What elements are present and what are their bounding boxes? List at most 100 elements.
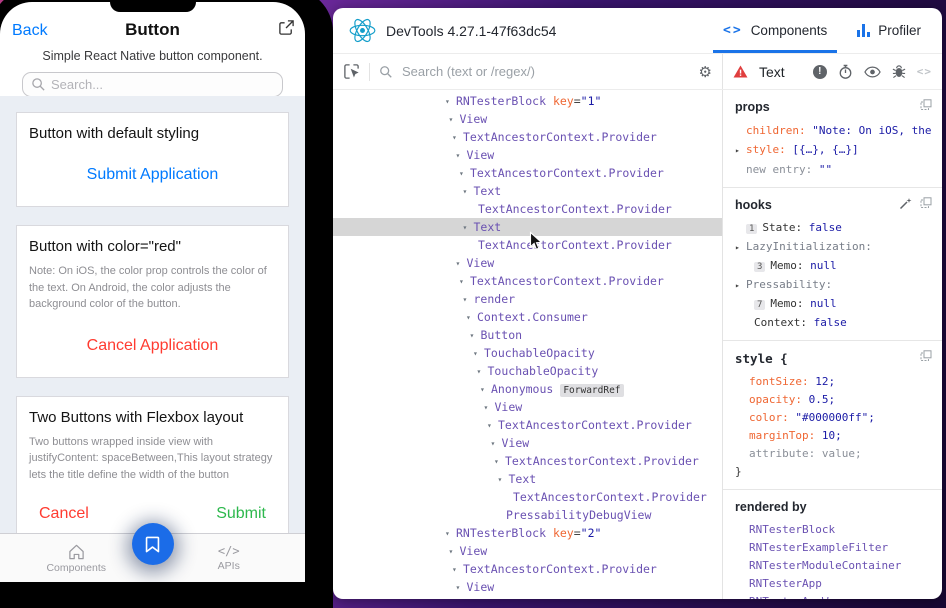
tree-row[interactable]: ▾View bbox=[333, 146, 722, 164]
button-cancel[interactable]: Cancel bbox=[39, 505, 89, 523]
code-tag-icon: <> bbox=[723, 23, 743, 38]
tree-row[interactable]: ▾TextAncestorContext.Provider bbox=[333, 596, 722, 599]
eye-icon[interactable] bbox=[864, 66, 881, 78]
card-note: Two buttons wrapped inside view with jus… bbox=[29, 434, 276, 484]
bookmark-icon bbox=[144, 535, 161, 554]
tree-row[interactable]: TextAncestorContext.Provider bbox=[333, 200, 722, 218]
hooks-rows: 1State: false▸LazyInitialization:3Memo: … bbox=[735, 219, 934, 332]
props-section-title: props bbox=[735, 100, 934, 114]
tab-components[interactable]: <> Components bbox=[708, 8, 842, 53]
back-button[interactable]: Back bbox=[12, 22, 48, 40]
rendered-by-section: rendered by RNTesterBlockRNTesterExample… bbox=[723, 490, 942, 599]
tree-row[interactable]: PressabilityDebugView bbox=[333, 506, 722, 524]
home-icon bbox=[67, 543, 86, 560]
tree-row[interactable]: ▾Text bbox=[333, 218, 722, 236]
rendered-by-item[interactable]: RNTesterModuleContainer bbox=[735, 557, 934, 575]
style-row: marginTop: 10; bbox=[735, 427, 934, 445]
tab-components-label: Components bbox=[46, 562, 106, 574]
prop-row[interactable]: ▸style: [{…}, {…}] bbox=[735, 140, 934, 160]
rendered-by-item[interactable]: RNTesterBlock bbox=[735, 521, 934, 539]
tree-row[interactable]: ▾TextAncestorContext.Provider bbox=[333, 272, 722, 290]
tree-search-input[interactable] bbox=[402, 64, 690, 79]
rendered-by-item[interactable]: RNTesterExampleFilter bbox=[735, 539, 934, 557]
tab-apis-label: APIs bbox=[218, 560, 240, 572]
selected-element-label: Text bbox=[759, 64, 785, 80]
tree-row[interactable]: ▾Text bbox=[333, 470, 722, 488]
search-input[interactable] bbox=[22, 72, 283, 97]
copy-icon[interactable] bbox=[920, 197, 932, 210]
tree-row[interactable]: ▾Text bbox=[333, 182, 722, 200]
example-card: Button with color="red"Note: On iOS, the… bbox=[16, 225, 289, 378]
style-rows: fontSize: 12;opacity: 0.5;color: "#00000… bbox=[735, 373, 934, 463]
view-source-icon[interactable]: <> bbox=[917, 65, 932, 78]
example-list: Button with default styling Submit Applic… bbox=[0, 96, 305, 533]
tree-row[interactable]: ▾TextAncestorContext.Provider bbox=[333, 128, 722, 146]
style-row: attribute: value; bbox=[735, 445, 934, 463]
tree-row[interactable]: ▾TextAncestorContext.Provider bbox=[333, 560, 722, 578]
tree-row[interactable]: ▾View bbox=[333, 254, 722, 272]
tree-row[interactable]: ▾Button bbox=[333, 326, 722, 344]
tree-row[interactable]: ▾RNTesterBlock key="1" bbox=[333, 92, 722, 110]
tree-row[interactable]: TextAncestorContext.Provider bbox=[333, 488, 722, 506]
tree-row[interactable]: ▾Context.Consumer bbox=[333, 308, 722, 326]
tree-row[interactable]: ▾TextAncestorContext.Provider bbox=[333, 164, 722, 182]
button-cancel-application[interactable]: Cancel Application bbox=[87, 337, 219, 354]
bookmark-fab[interactable] bbox=[132, 523, 174, 565]
rendered-by-item[interactable]: RNTesterAppWrapper bbox=[735, 593, 934, 599]
card-title: Two Buttons with Flexbox layout bbox=[29, 409, 276, 426]
tree-row[interactable]: ▾AnonymousForwardRef bbox=[333, 380, 722, 398]
rendered-by-rows: RNTesterBlockRNTesterExampleFilterRNTest… bbox=[735, 521, 934, 599]
devtools-title: DevTools 4.27.1-47f63dc54 bbox=[386, 23, 556, 39]
tab-profiler-label: Profiler bbox=[878, 23, 921, 38]
error-badge-icon[interactable]: ! bbox=[813, 65, 827, 79]
share-icon[interactable] bbox=[278, 19, 295, 36]
phone-frame: Back Button Simple React Native button c… bbox=[0, 0, 333, 608]
tab-components-label: Components bbox=[751, 23, 828, 38]
copy-icon[interactable] bbox=[920, 350, 932, 362]
phone-screen: Back Button Simple React Native button c… bbox=[0, 2, 305, 582]
tree-row[interactable]: TextAncestorContext.Provider bbox=[333, 236, 722, 254]
hook-row[interactable]: ▸Pressability: bbox=[735, 276, 934, 295]
wand-icon[interactable] bbox=[899, 197, 912, 210]
tree-row[interactable]: ▾View bbox=[333, 542, 722, 560]
button-submit-application[interactable]: Submit Application bbox=[87, 166, 219, 183]
rendered-by-item[interactable]: RNTesterApp bbox=[735, 575, 934, 593]
example-card: Button with default styling Submit Applic… bbox=[16, 112, 289, 207]
search-icon bbox=[379, 65, 393, 79]
bug-icon[interactable] bbox=[892, 64, 906, 79]
divider bbox=[369, 63, 370, 81]
tree-row[interactable]: ▾View bbox=[333, 398, 722, 416]
button-submit[interactable]: Submit bbox=[216, 505, 266, 523]
tree-row[interactable]: ▾TextAncestorContext.Provider bbox=[333, 416, 722, 434]
tree-row[interactable]: ▾View bbox=[333, 434, 722, 452]
devtools-window: DevTools 4.27.1-47f63dc54 <> Components … bbox=[333, 8, 942, 599]
tree-row[interactable]: ▾render bbox=[333, 290, 722, 308]
tree-row[interactable]: ▾View bbox=[333, 578, 722, 596]
tree-row[interactable]: ▾View bbox=[333, 110, 722, 128]
prop-row: new entry: "" bbox=[735, 160, 934, 179]
stopwatch-icon[interactable] bbox=[838, 64, 853, 80]
tree-row[interactable]: ▾TouchableOpacity bbox=[333, 344, 722, 362]
hook-row: 1State: false bbox=[735, 219, 934, 238]
style-row: fontSize: 12; bbox=[735, 373, 934, 391]
page-subtitle: Simple React Native button component. bbox=[0, 49, 305, 63]
tab-profiler[interactable]: Profiler bbox=[842, 8, 936, 53]
card-title: Button with default styling bbox=[29, 125, 276, 142]
rendered-by-title: rendered by bbox=[735, 500, 934, 514]
style-section: style { fontSize: 12;opacity: 0.5;color:… bbox=[723, 341, 942, 490]
copy-icon[interactable] bbox=[920, 99, 932, 111]
props-section: props children: "Note: On iOS, the▸style… bbox=[723, 90, 942, 188]
inspect-icon[interactable] bbox=[343, 63, 360, 80]
hook-row[interactable]: ▸LazyInitialization: bbox=[735, 238, 934, 257]
tree-row[interactable]: ▾TextAncestorContext.Provider bbox=[333, 452, 722, 470]
gear-icon[interactable]: ⚙ bbox=[699, 63, 712, 81]
inspected-element-panel: props children: "Note: On iOS, the▸style… bbox=[723, 90, 942, 599]
tree-row[interactable]: ▾TouchableOpacity bbox=[333, 362, 722, 380]
tab-components[interactable]: Components bbox=[0, 534, 153, 582]
card-title: Button with color="red" bbox=[29, 238, 276, 255]
tab-apis[interactable]: </> APIs bbox=[153, 534, 306, 582]
bar-chart-icon bbox=[857, 24, 870, 37]
search-icon bbox=[31, 77, 46, 92]
hook-row: 7Memo: null bbox=[735, 295, 934, 314]
tree-row[interactable]: ▾RNTesterBlock key="2" bbox=[333, 524, 722, 542]
